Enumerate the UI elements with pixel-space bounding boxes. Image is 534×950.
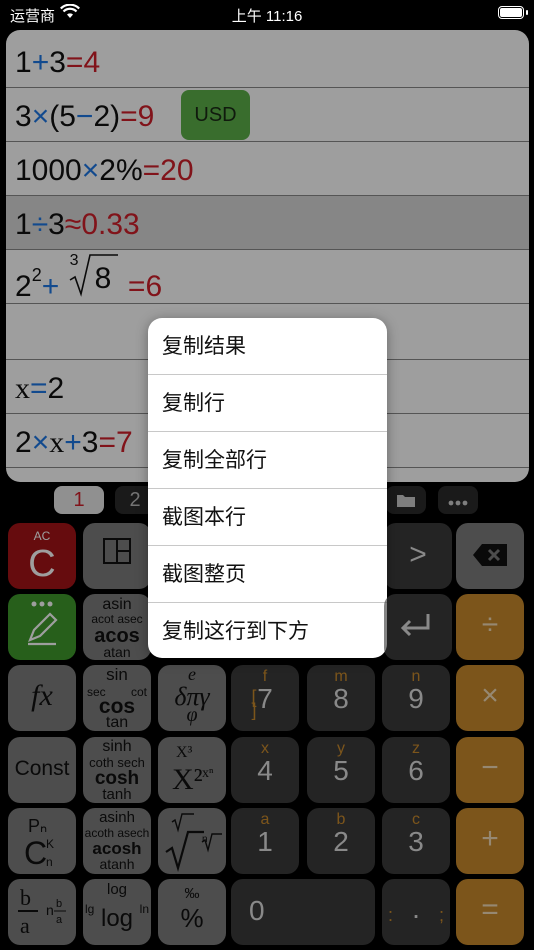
menu-item-copy-all-lines[interactable]: 复制全部行	[148, 432, 387, 489]
menu-item-copy-line[interactable]: 复制行	[148, 375, 387, 432]
menu-item-screenshot-line[interactable]: 截图本行	[148, 489, 387, 546]
battery-icon	[498, 6, 524, 19]
status-bar: 运营商 上午 11:16	[0, 0, 534, 30]
context-menu: 复制结果 复制行 复制全部行 截图本行 截图整页 复制这行到下方	[148, 318, 387, 658]
clock: 上午 11:16	[231, 8, 303, 25]
enter-icon	[384, 614, 434, 644]
enter-button[interactable]	[384, 594, 452, 660]
menu-item-copy-result[interactable]: 复制结果	[148, 318, 387, 375]
menu-item-screenshot-page[interactable]: 截图整页	[148, 546, 387, 603]
menu-item-duplicate-below[interactable]: 复制这行到下方	[148, 603, 387, 658]
